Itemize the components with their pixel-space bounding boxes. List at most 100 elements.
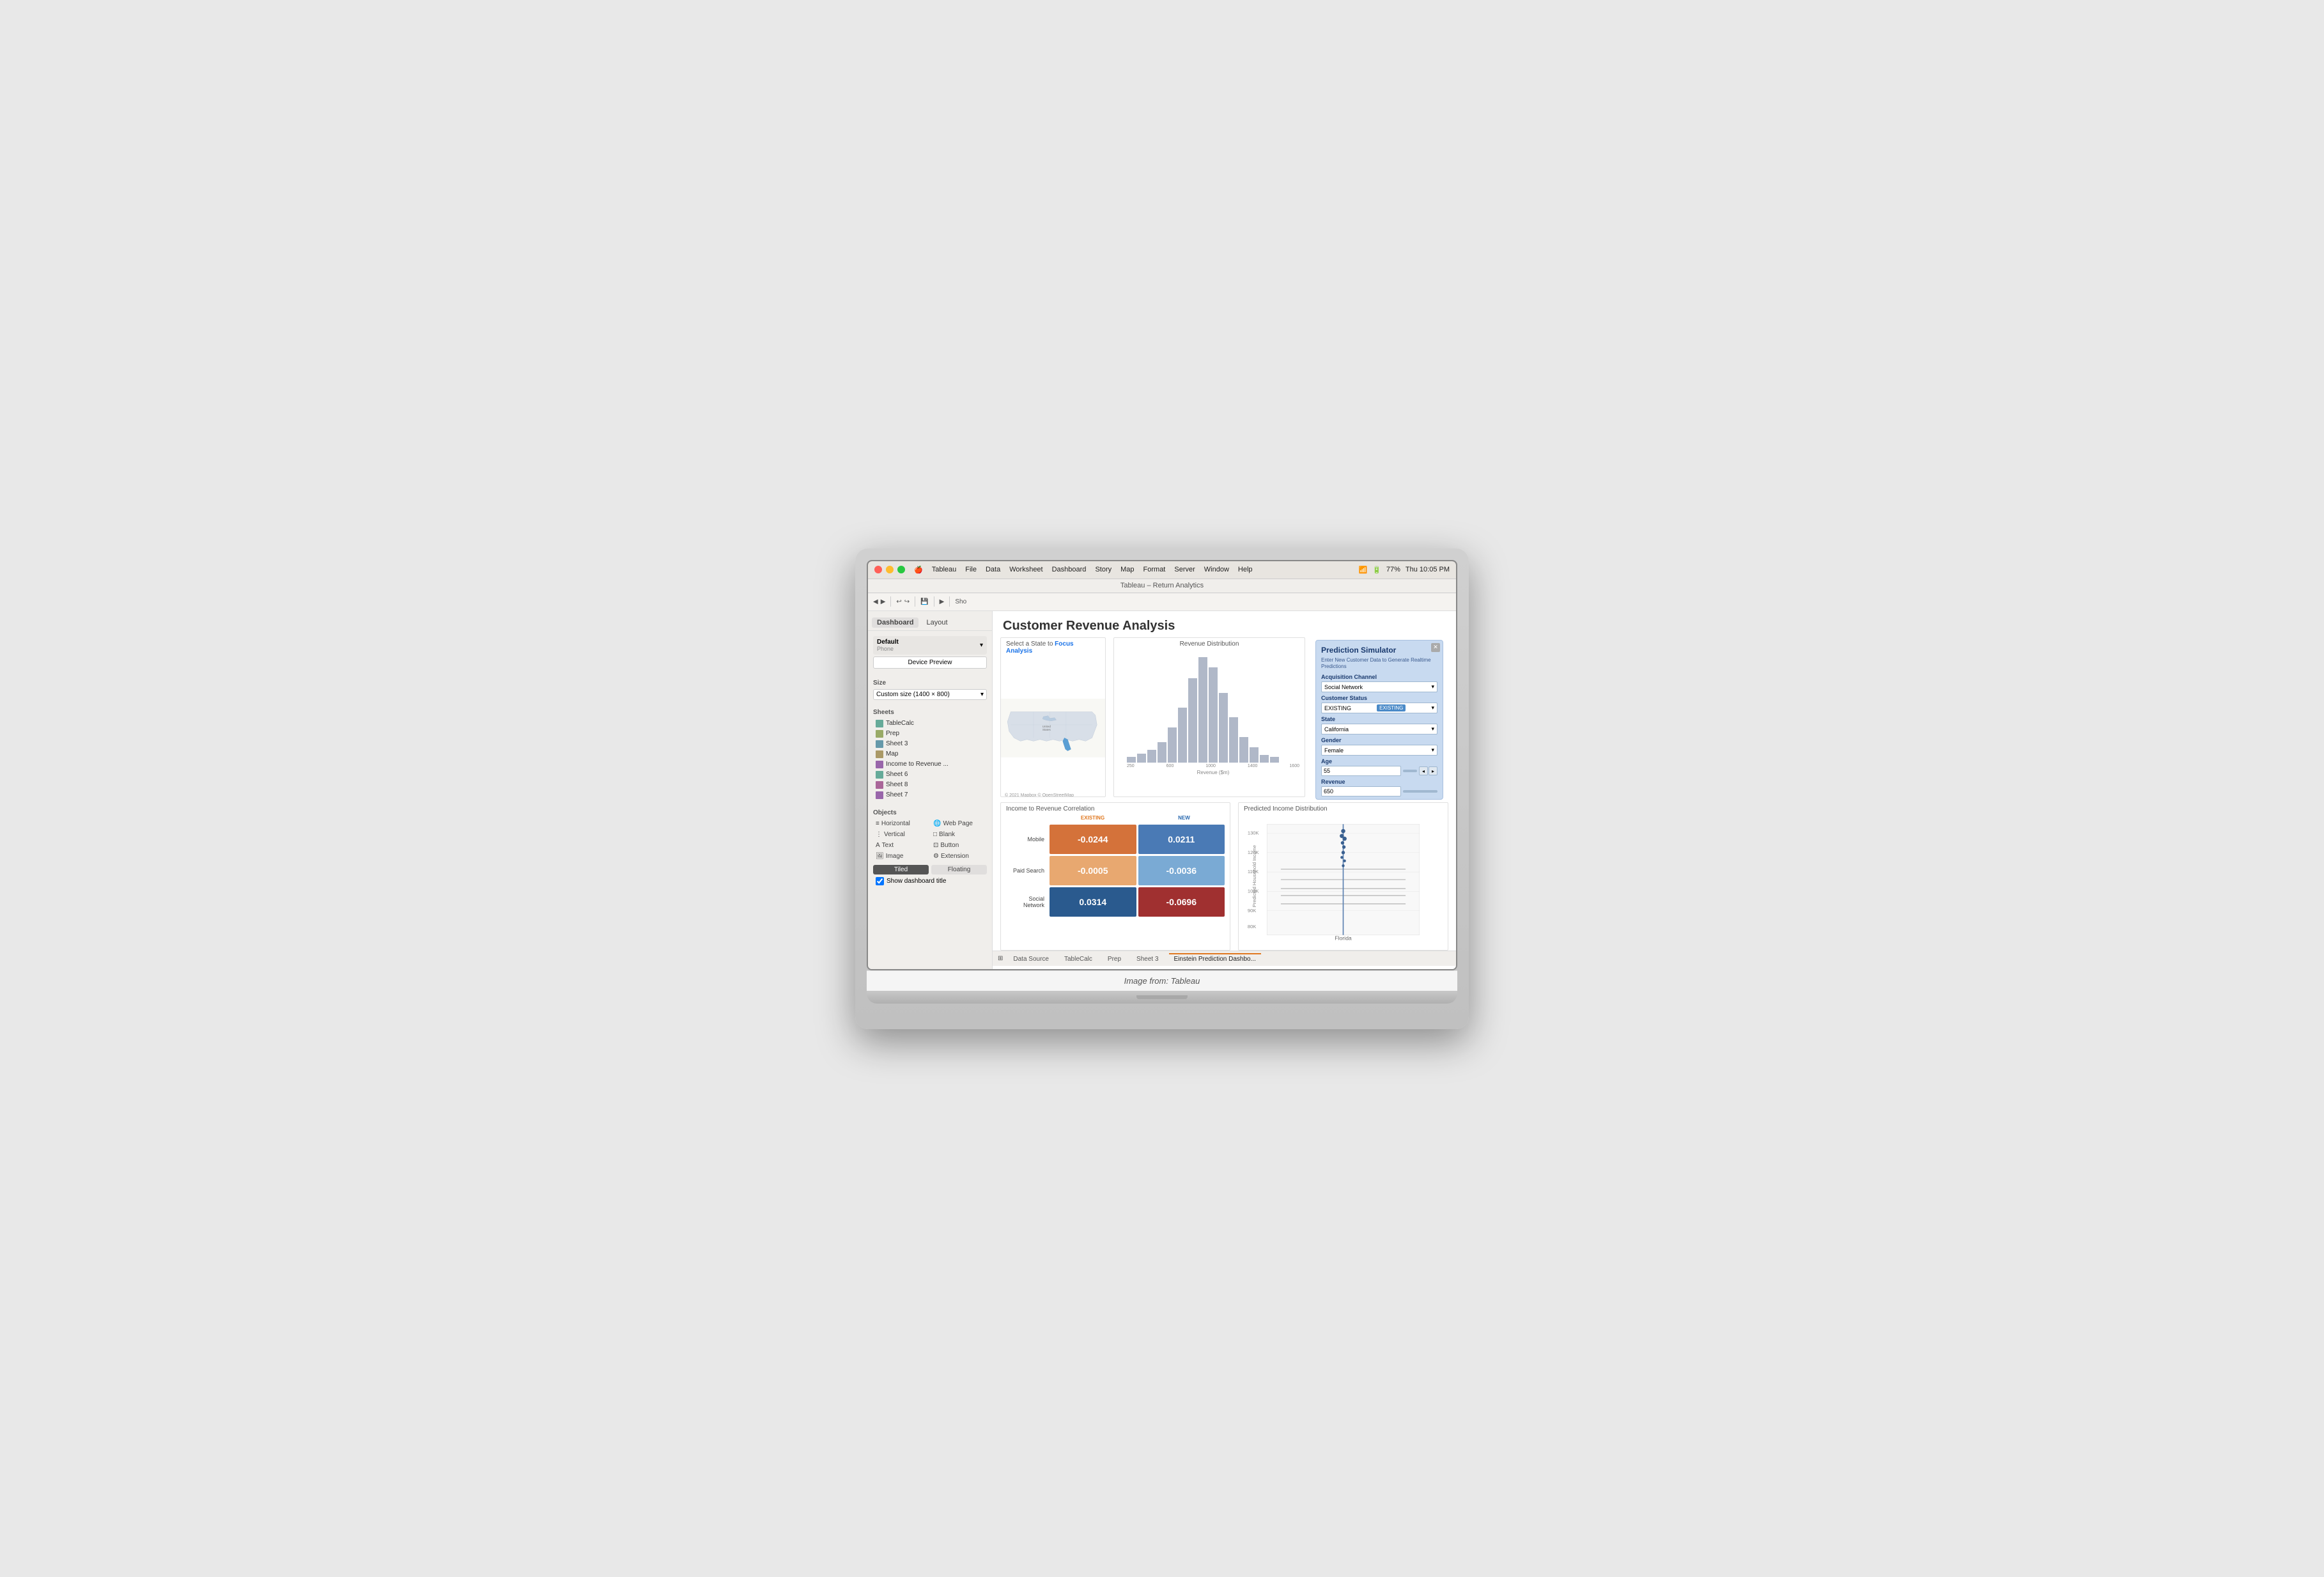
menu-data[interactable]: Data [986,566,1000,573]
sheet-icon-0 [876,720,883,727]
sheet-item-3[interactable]: Map [873,749,987,759]
battery-percent: 77% [1386,566,1400,573]
new-col-header: NEW [1138,814,1230,822]
blank-icon: □ [933,831,937,838]
tab-data-source[interactable]: Data Source [1008,953,1054,964]
menu-window[interactable]: Window [1204,566,1229,573]
tab-sheet3[interactable]: Sheet 3 [1131,953,1163,964]
close-panel-button[interactable]: ✕ [1431,643,1440,652]
revenue-input[interactable] [1321,786,1401,796]
back-icon[interactable]: ◀ [873,598,878,605]
age-dec-button[interactable]: ◂ [1419,766,1428,775]
menu-file[interactable]: File [965,566,977,573]
menu-server[interactable]: Server [1174,566,1195,573]
forward-icon[interactable]: ▶ [881,598,886,605]
map-section: Select a State to Focus Analysis [1000,637,1106,797]
size-section-title: Size [873,680,987,687]
image-caption: Image from: Tableau [867,970,1457,991]
paid-search-new-cell: -0.0036 [1138,856,1225,885]
predicted-income-section: Predicted Income Distribution 130K 120K … [1238,802,1448,951]
revenue-label: Revenue [1321,779,1437,785]
scatter-plot-area: 130K 120K 110K 100K 90K 80K Predicted Ho… [1239,814,1448,945]
acq-channel-select[interactable]: Social Network ▾ [1321,681,1437,692]
age-input[interactable]: 55 [1321,766,1401,776]
tab-layout[interactable]: Layout [921,618,952,628]
menu-apple[interactable]: 🍎 [914,566,923,574]
revenue-dist-section: Revenue Distribution [1113,637,1305,797]
paid-search-cells: -0.0005 -0.0036 [1050,856,1225,885]
size-dropdown[interactable]: Custom size (1400 × 800) ▾ [873,689,987,700]
state-select[interactable]: California ▾ [1321,724,1437,734]
social-label: Social Network [1006,896,1047,908]
menu-story[interactable]: Story [1095,566,1112,573]
menu-tableau[interactable]: Tableau [932,566,957,573]
obj-text[interactable]: A Text [873,841,929,850]
sidebar: Dashboard Layout Default Phone ▾ Device … [868,611,993,969]
sheet-item-6[interactable]: Sheet 8 [873,780,987,790]
mobile-cells: -0.0244 0.0211 [1050,825,1225,854]
menu-dashboard[interactable]: Dashboard [1052,566,1087,573]
sheet-item-0[interactable]: TableCalc [873,719,987,729]
sheet-label-3: Map [886,750,898,757]
clock: Thu 10:05 PM [1406,566,1450,573]
redo-icon[interactable]: ↪ [904,598,910,605]
sheet-icon-4 [876,761,883,768]
customer-status-select[interactable]: EXISTING EXISTING ▾ [1321,703,1437,713]
obj-horizontal[interactable]: ≡ Horizontal [873,819,929,828]
age-slider[interactable] [1403,770,1417,772]
gender-select[interactable]: Female ▾ [1321,745,1437,756]
sheet-item-2[interactable]: Sheet 3 [873,739,987,749]
menu-worksheet[interactable]: Worksheet [1009,566,1042,573]
wifi-icon: 📶 [1358,566,1367,574]
macos-menu: 🍎 Tableau File Data Worksheet Dashboard … [914,566,1253,574]
svg-text:130K: 130K [1248,830,1259,835]
minimize-button[interactable] [886,566,894,573]
macos-menubar: 🍎 Tableau File Data Worksheet Dashboard … [868,561,1456,579]
menu-format[interactable]: Format [1143,566,1166,573]
obj-extension[interactable]: ⚙ Extension [931,851,987,861]
undo-icon[interactable]: ↩ [896,598,901,605]
present-icon[interactable]: ▶ [940,598,945,605]
menu-map[interactable]: Map [1120,566,1134,573]
map-subtitle: Select a State to Focus Analysis [1001,638,1105,656]
predicted-income-title: Predicted Income Distribution [1239,803,1448,814]
svg-text:Predicted Household Income: Predicted Household Income [1251,844,1257,906]
sheet-item-1[interactable]: Prep [873,729,987,739]
age-inc-button[interactable]: ▸ [1429,766,1437,775]
obj-button[interactable]: ⊡ Button [931,841,987,850]
close-button[interactable] [874,566,882,573]
sheet-item-4[interactable]: Income to Revenue ... [873,759,987,770]
dashboard-title: Customer Revenue Analysis [993,611,1456,637]
us-map[interactable]: United States © 2021 Mapbox © OpenStreet… [1001,656,1105,797]
revenue-slider[interactable] [1403,790,1437,793]
tab-dashboard[interactable]: Dashboard [872,618,918,628]
tab-tablecalc[interactable]: TableCalc [1059,953,1097,964]
sheet-item-7[interactable]: Sheet 7 [873,790,987,800]
menu-help[interactable]: Help [1238,566,1253,573]
obj-vertical[interactable]: ⋮ Vertical [873,830,929,839]
obj-image[interactable]: 🖼 Image [873,851,929,861]
sheet-label-1: Prep [886,730,899,737]
tab-prep[interactable]: Prep [1103,953,1126,964]
age-label: Age [1321,758,1437,765]
tiled-float-toggle: Tiled Floating [873,865,987,874]
prediction-panel: ✕ Prediction Simulator Enter New Custome… [1315,640,1443,800]
mobile-new-cell: 0.0211 [1138,825,1225,854]
tab-einstein[interactable]: Einstein Prediction Dashbo... [1169,953,1261,964]
tiled-button[interactable]: Tiled [873,865,929,874]
corr-row-mobile: Mobile -0.0244 0.0211 [1006,825,1225,854]
sheet-label-4: Income to Revenue ... [886,761,949,768]
maximize-button[interactable] [897,566,905,573]
button-icon: ⊡ [933,842,938,849]
save-icon[interactable]: 💾 [920,598,928,605]
correlation-column-headers: EXISTING NEW [1047,814,1230,822]
show-title-checkbox[interactable] [876,877,884,885]
device-preview-button[interactable]: Device Preview [873,656,987,669]
bottom-charts-row: Income to Revenue Correlation EXISTING N… [993,797,1456,951]
sheet-label-7: Sheet 7 [886,791,908,798]
device-default-label: Default [877,639,899,646]
obj-webpage[interactable]: 🌐 Web Page [931,819,987,828]
obj-blank[interactable]: □ Blank [931,830,987,839]
floating-button[interactable]: Floating [931,865,987,874]
sheet-item-5[interactable]: Sheet 6 [873,770,987,780]
